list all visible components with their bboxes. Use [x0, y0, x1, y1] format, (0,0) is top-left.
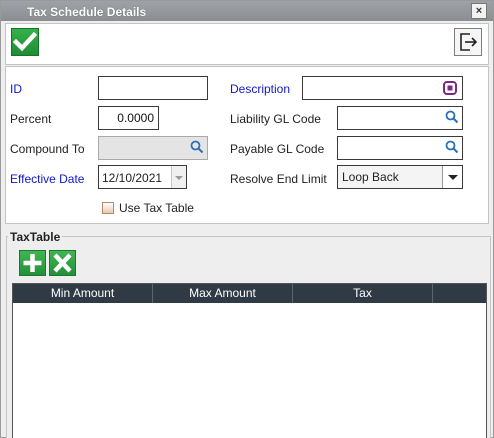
- save-button[interactable]: [11, 28, 39, 56]
- liability-gl-code-label: Liability GL Code: [230, 112, 321, 126]
- delete-row-button[interactable]: [49, 250, 76, 276]
- window-title: Tax Schedule Details: [27, 5, 147, 19]
- grid-header: Min Amount Max Amount Tax: [13, 284, 486, 303]
- resolve-end-limit-select[interactable]: Loop Back: [337, 165, 463, 189]
- tax-schedule-details-window: Tax Schedule Details × ID Description Pe…: [0, 0, 494, 438]
- exit-icon: [460, 33, 478, 51]
- percent-input[interactable]: [98, 106, 159, 130]
- id-label: ID: [10, 82, 22, 96]
- tax-table-legend: TaxTable: [8, 230, 63, 244]
- description-label: Description: [230, 82, 291, 96]
- percent-label: Percent: [10, 112, 52, 126]
- payable-gl-search-icon[interactable]: [444, 139, 460, 155]
- id-input[interactable]: [98, 76, 208, 100]
- resolve-end-limit-value: Loop Back: [342, 170, 399, 184]
- effective-date-label: Effective Date: [10, 172, 85, 186]
- add-row-button[interactable]: [19, 250, 46, 276]
- effective-date-dropdown-button[interactable]: [171, 166, 186, 188]
- close-button[interactable]: ×: [471, 3, 487, 19]
- chevron-down-icon: [448, 175, 458, 180]
- payable-gl-code-label: Payable GL Code: [230, 142, 325, 156]
- description-input[interactable]: [302, 76, 463, 100]
- column-header-tax[interactable]: Tax: [293, 284, 433, 303]
- compound-to-label: Compound To: [10, 142, 85, 156]
- resolve-end-limit-dropdown-button[interactable]: [442, 166, 462, 188]
- x-icon: [53, 253, 72, 273]
- tax-table-grid[interactable]: Min Amount Max Amount Tax: [12, 283, 487, 438]
- use-tax-table-label: Use Tax Table: [119, 201, 194, 215]
- liability-gl-search-icon[interactable]: [444, 109, 460, 125]
- column-header-max-amount[interactable]: Max Amount: [153, 284, 293, 303]
- effective-date-picker[interactable]: 12/10/2021: [98, 165, 187, 189]
- checkmark-icon: [12, 31, 38, 52]
- close-icon: ×: [475, 5, 483, 17]
- compound-to-search-icon[interactable]: [189, 139, 205, 155]
- toolbar: [5, 23, 489, 65]
- details-form: ID Description Percent Liability GL Code…: [5, 66, 489, 224]
- exit-button[interactable]: [454, 28, 482, 56]
- title-bar[interactable]: Tax Schedule Details ×: [1, 1, 493, 21]
- effective-date-value: 12/10/2021: [102, 171, 163, 185]
- chevron-down-icon: [175, 176, 183, 180]
- use-tax-table-checkbox[interactable]: [102, 202, 114, 214]
- description-editor-icon[interactable]: [442, 80, 458, 96]
- column-header-min-amount[interactable]: Min Amount: [13, 284, 153, 303]
- plus-icon: [23, 254, 42, 272]
- resolve-end-limit-label: Resolve End Limit: [230, 172, 327, 186]
